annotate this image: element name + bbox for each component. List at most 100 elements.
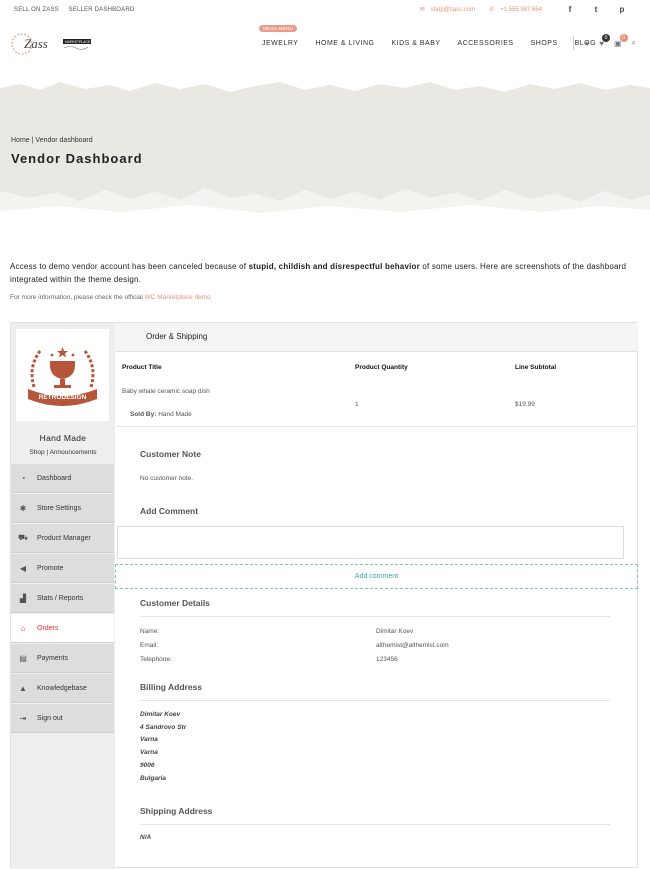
- cart-icon[interactable]: ▣ 0: [614, 33, 628, 48]
- header-icons: ● ♥ 0 ▣ 0 ⌕: [573, 33, 636, 50]
- comment-textarea[interactable]: [117, 526, 624, 559]
- detail-label: Telephone:: [140, 656, 172, 663]
- shipping-address-title: Shipping Address: [140, 806, 213, 816]
- sidebar-item-label: Knowledgebase: [37, 684, 87, 692]
- retrodesign-text: RETRODESIGN: [39, 394, 87, 401]
- shop-link[interactable]: Shop: [29, 449, 44, 456]
- phone-icon: ✆: [489, 7, 495, 13]
- hero-banner: [0, 82, 650, 213]
- logo-text: Zass: [24, 36, 48, 51]
- phone-text: +1 555 987 654: [500, 6, 542, 13]
- search-icon[interactable]: ⌕: [632, 38, 636, 48]
- seller-dashboard-link[interactable]: SELLER DASHBOARD: [69, 7, 135, 13]
- breadcrumb-home[interactable]: Home: [11, 137, 30, 144]
- nav-home-living[interactable]: HOME & LIVING: [315, 40, 374, 47]
- sign-out-icon: ⇥: [19, 713, 27, 723]
- sidebar-item-sign-out[interactable]: ⇥ Sign out: [11, 704, 114, 733]
- customer-note-title: Customer Note: [140, 449, 201, 459]
- divider: [140, 824, 610, 825]
- sidebar-item-label: Stats / Reports: [37, 594, 84, 602]
- gear-icon: ✱: [19, 503, 27, 513]
- more-info: For more information, please check the o…: [10, 294, 211, 301]
- customer-details-title: Customer Details: [140, 598, 210, 608]
- sidebar-item-label: Sign out: [37, 714, 63, 722]
- sidebar-item-label: Dashboard: [37, 474, 72, 482]
- sidebar-item-store-settings[interactable]: ✱ Store Settings: [11, 494, 114, 523]
- product-link[interactable]: Baby whale ceramic soap dish: [122, 388, 210, 395]
- sidebar-item-label: Orders: [37, 624, 59, 632]
- col-product-title: Product Title: [122, 364, 162, 371]
- detail-value: 123456: [376, 656, 398, 663]
- cart-icon: ⛟: [17, 533, 29, 542]
- detail-value: Dimitar Koev: [376, 628, 414, 635]
- detail-label: Name:: [140, 628, 160, 635]
- marketplace-demo-link[interactable]: WC Marketplace demo: [145, 294, 211, 301]
- money-icon: ▤: [19, 653, 27, 663]
- sold-by-label: Sold By:: [130, 411, 157, 418]
- email-link[interactable]: shop@zass.com: [431, 7, 475, 13]
- detail-label: Email:: [140, 642, 159, 649]
- sidebar-item-label: Store Settings: [37, 504, 81, 512]
- sidebar-item-label: Product Manager: [37, 534, 91, 542]
- nav-shops[interactable]: SHOPS: [531, 40, 558, 47]
- detail-value: althemist@althemist.com: [376, 642, 449, 649]
- add-comment-title: Add Comment: [140, 506, 199, 516]
- shop-logo: RETRODESIGN: [16, 329, 109, 421]
- notice-text: Access to demo vendor account has been c…: [10, 262, 249, 271]
- divider: [573, 36, 575, 50]
- notice-bold: stupid, childish and disrespectful behav…: [248, 262, 420, 271]
- sidebar-item-product-manager[interactable]: ⛟ Product Manager: [11, 524, 114, 553]
- sidebar-item-knowledgebase[interactable]: ▲ Knowledgebase: [11, 674, 114, 703]
- order-heading: Order & Shipping: [115, 323, 638, 352]
- billing-address: Dimitar Koev 4 Sandrovo Str Varna Varna …: [140, 709, 186, 785]
- billing-line: Varna: [140, 749, 158, 757]
- billing-line: 4 Sandrovo Str: [140, 723, 187, 731]
- shop-name: Hand Made: [39, 433, 87, 443]
- sidebar-item-dashboard[interactable]: ◔ Dashboard: [11, 464, 114, 493]
- wishlist-icon[interactable]: ♥ 0: [599, 33, 610, 48]
- billing-address-title: Billing Address: [140, 682, 203, 692]
- breadcrumb: Home | Vendor dashboard: [11, 137, 93, 144]
- sidebar: RETRODESIGN Hand Made Shop | Announcemen…: [11, 323, 115, 869]
- graduation-cap-icon: ▲: [19, 683, 27, 693]
- twitter-icon[interactable]: t: [586, 5, 606, 14]
- divider: [140, 700, 610, 701]
- billing-line: 9006: [140, 761, 155, 769]
- divider: [140, 616, 610, 617]
- col-line-subtotal: Line Subtotal: [515, 364, 557, 371]
- account-icon[interactable]: ●: [584, 39, 589, 48]
- top-bar: SELL ON ZASS SELLER DASHBOARD ✉ shop@zas…: [0, 0, 650, 20]
- order-panel: Order & Shipping Product Title Product Q…: [115, 323, 638, 869]
- sidebar-item-orders[interactable]: ⌂ Orders: [11, 614, 114, 643]
- sell-on-link[interactable]: SELL ON ZASS: [14, 7, 59, 13]
- col-product-quantity: Product Quantity: [355, 364, 408, 371]
- pinterest-icon[interactable]: p: [612, 5, 632, 14]
- add-comment-button[interactable]: Add comment: [115, 564, 638, 589]
- demo-notice: Access to demo vendor account has been c…: [10, 260, 630, 286]
- nav-jewelry[interactable]: JEWELRY: [262, 40, 298, 47]
- nav-kids-baby[interactable]: KIDS & BABY: [391, 40, 440, 47]
- divider: [115, 426, 638, 427]
- breadcrumb-current: Vendor dashboard: [35, 137, 93, 144]
- bar-chart-icon: ▟: [19, 593, 27, 603]
- sidebar-item-payments[interactable]: ▤ Payments: [11, 644, 114, 673]
- site-logo[interactable]: Zass MARKETPLACE: [11, 32, 93, 56]
- line-subtotal: $19.99: [515, 401, 535, 408]
- shipping-address: N/A: [140, 834, 152, 841]
- store-icon: ⌂: [20, 623, 26, 633]
- billing-line: Dimitar Koev: [140, 711, 181, 718]
- megaphone-icon: ◀: [19, 563, 27, 573]
- nav-accessories[interactable]: ACCESSORIES: [458, 40, 514, 47]
- more-info-text: For more information, please check the o…: [10, 294, 145, 301]
- facebook-icon[interactable]: f: [560, 5, 580, 14]
- vendor-dashboard: RETRODESIGN Hand Made Shop | Announcemen…: [10, 322, 638, 869]
- mail-icon: ✉: [419, 7, 425, 13]
- sold-by-value: Hand Made: [158, 411, 192, 418]
- sidebar-item-label: Payments: [37, 654, 69, 662]
- sidebar-item-promote[interactable]: ◀ Promote: [11, 554, 114, 583]
- announcements-link[interactable]: Announcements: [50, 449, 97, 456]
- sidebar-item-stats[interactable]: ▟ Stats / Reports: [11, 584, 114, 613]
- main-menu: JEWELRY HOME & LIVING KIDS & BABY ACCESS…: [262, 40, 613, 47]
- mega-menu-badge: MEGA MENU: [259, 25, 298, 32]
- billing-line: Bulgaria: [140, 774, 167, 782]
